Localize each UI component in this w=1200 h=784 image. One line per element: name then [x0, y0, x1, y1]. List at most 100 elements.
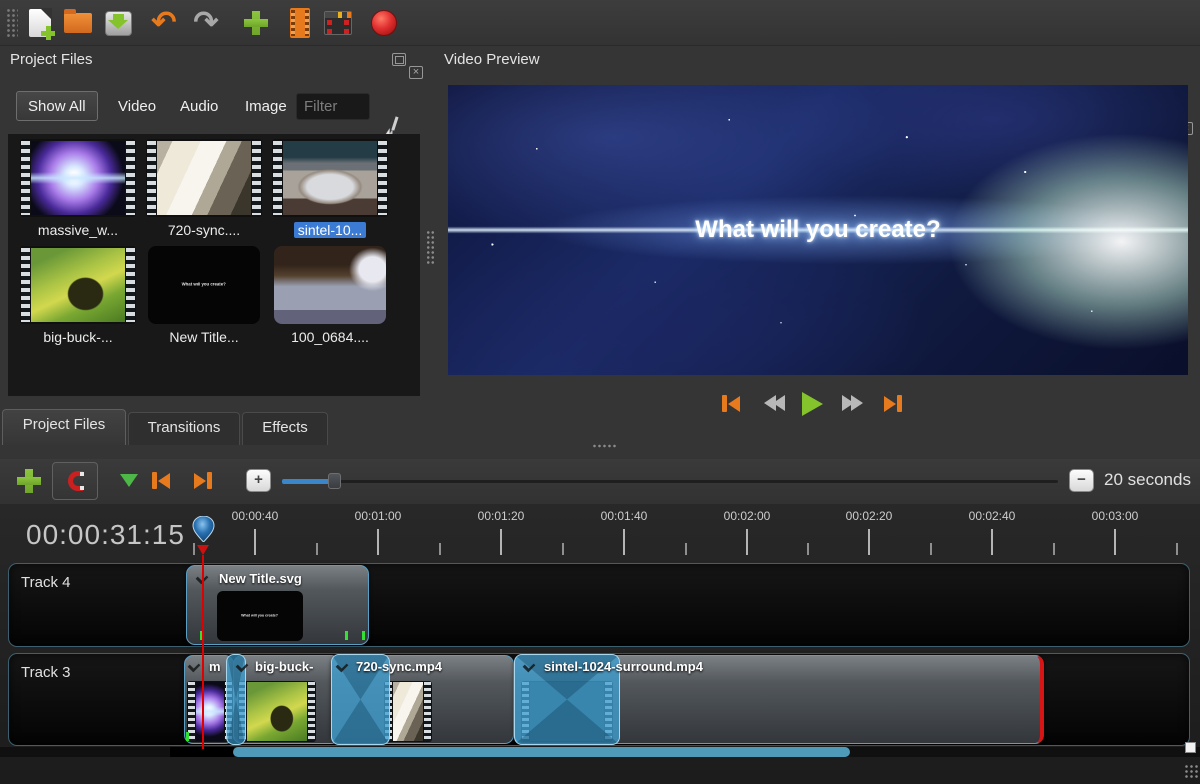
- float-panel-icon[interactable]: [392, 53, 406, 66]
- filter-input[interactable]: [296, 93, 370, 120]
- video-thumbnail: [146, 139, 262, 217]
- fullscreen-button[interactable]: [320, 5, 356, 41]
- zoom-scale-label: 20 seconds: [1104, 470, 1191, 490]
- open-project-button[interactable]: [60, 5, 96, 41]
- fast-forward-button[interactable]: [842, 395, 863, 411]
- record-icon: [371, 10, 397, 36]
- tab-transitions[interactable]: Transitions: [128, 412, 240, 445]
- video-preview-panel-title: Video Preview: [444, 51, 540, 68]
- title-thumbnail-text: What will you create?: [182, 283, 226, 287]
- clip-label: sintel-1024-surround.mp4: [544, 659, 703, 674]
- title-thumbnail: What will you create?: [148, 246, 260, 324]
- undo-icon: ↶: [151, 8, 176, 38]
- track-4-name: Track 4: [21, 574, 70, 591]
- video-thumbnail: [20, 139, 136, 217]
- panel-splitter-handle[interactable]: [426, 230, 435, 264]
- add-track-button[interactable]: [17, 469, 41, 493]
- preview-timeline-splitter-handle[interactable]: [592, 444, 618, 448]
- previous-marker-button[interactable]: [152, 472, 170, 489]
- ruler-tick-label: 00:01:20: [461, 509, 541, 523]
- ruler-tick-label: 00:03:00: [1075, 509, 1155, 523]
- jump-start-icon: [722, 395, 727, 412]
- jump-end-icon: [884, 396, 896, 412]
- marker-icon: [120, 474, 138, 487]
- video-preview-display[interactable]: What will you create?: [448, 85, 1188, 375]
- add-marker-button[interactable]: [120, 474, 138, 487]
- track-4[interactable]: Track 4 New Title.svg What will you crea…: [8, 563, 1190, 647]
- track-3[interactable]: Track 3: [8, 653, 1190, 746]
- clip-label: 720-sync.mp4: [356, 659, 442, 674]
- file-name: massive_w...: [34, 222, 122, 238]
- file-item-sintel[interactable]: sintel-10...: [270, 139, 390, 240]
- scrollbar-corner[interactable]: [1185, 742, 1196, 753]
- play-button[interactable]: [802, 392, 823, 416]
- snapping-toggle-button[interactable]: [52, 462, 98, 500]
- playhead-arrow: [197, 545, 209, 555]
- clip-label: New Title.svg: [219, 571, 302, 586]
- timeline-hscrollbar-handle[interactable]: [233, 747, 850, 757]
- clip-thumbnail-text: What will you create?: [242, 614, 279, 618]
- zoom-in-button[interactable]: +: [246, 469, 271, 492]
- magnet-icon: [68, 471, 83, 491]
- next-marker-button[interactable]: [194, 472, 212, 489]
- clip-label: m: [209, 659, 221, 674]
- import-files-button[interactable]: [238, 5, 274, 41]
- choose-profile-button[interactable]: [282, 5, 318, 41]
- toolbar-drag-handle[interactable]: [6, 8, 18, 38]
- project-files-list: massive_w... 720-sync.... sintel-10... b…: [8, 134, 420, 396]
- video-thumbnail: [20, 246, 136, 324]
- clip-new-title[interactable]: New Title.svg What will you create?: [186, 565, 369, 645]
- rewind-button[interactable]: [764, 395, 785, 411]
- save-project-button[interactable]: [100, 5, 136, 41]
- filter-video-button[interactable]: Video: [106, 91, 168, 121]
- filter-audio-button[interactable]: Audio: [168, 91, 230, 121]
- file-name: big-buck-...: [39, 329, 116, 345]
- undo-button[interactable]: ↶: [146, 5, 182, 41]
- clip-thumbnail: [384, 681, 432, 742]
- play-icon: [802, 392, 823, 416]
- ruler-tick-label: 00:02:40: [952, 509, 1032, 523]
- file-item-bedroom[interactable]: 100_0684....: [270, 246, 390, 347]
- track-3-name: Track 3: [21, 664, 70, 681]
- export-video-button[interactable]: [366, 5, 402, 41]
- ruler-tick-label: 00:02:00: [707, 509, 787, 523]
- playhead-line: [202, 555, 204, 749]
- video-thumbnail: [272, 139, 388, 217]
- ruler-tick-label: 00:00:40: [215, 509, 295, 523]
- tab-project-files[interactable]: Project Files: [2, 409, 126, 445]
- zoom-out-button[interactable]: −: [1069, 469, 1094, 492]
- clip-thumbnail: [238, 681, 316, 742]
- jump-start-button[interactable]: [722, 395, 740, 412]
- timeline-zoom-slider[interactable]: [282, 480, 1058, 483]
- filter-image-button[interactable]: Image: [233, 91, 299, 121]
- ruler-tick-label: 00:02:20: [829, 509, 909, 523]
- file-item-massive[interactable]: massive_w...: [18, 139, 138, 240]
- screen-icon: [324, 11, 352, 35]
- close-panel-icon[interactable]: ×: [409, 66, 423, 79]
- file-name-selected: sintel-10...: [294, 222, 367, 238]
- add-track-icon: [17, 469, 41, 493]
- playhead-marker[interactable]: [192, 516, 215, 542]
- filter-show-all-button[interactable]: Show All: [16, 91, 98, 121]
- file-item-newtitle[interactable]: What will you create? New Title...: [144, 246, 264, 347]
- window-resize-grip[interactable]: [1184, 764, 1198, 778]
- new-project-button[interactable]: [22, 5, 58, 41]
- redo-button[interactable]: ↷: [188, 5, 224, 41]
- timeline-zoom-slider-fill: [282, 479, 332, 484]
- jump-end-button[interactable]: [884, 395, 902, 412]
- clip-thumbnail: What will you create?: [217, 591, 303, 641]
- save-icon: [105, 11, 132, 36]
- tab-effects[interactable]: Effects: [242, 412, 328, 445]
- clip-label: big-buck-: [255, 659, 314, 674]
- file-item-bigbuck[interactable]: big-buck-...: [18, 246, 138, 347]
- redo-icon: ↷: [193, 8, 218, 38]
- file-item-720sync[interactable]: 720-sync....: [144, 139, 264, 240]
- new-project-icon: [29, 9, 51, 37]
- open-folder-icon: [64, 13, 92, 33]
- timeline: 00:00:31:15 00:00:40 00:01:00 00:01:20 0…: [0, 504, 1200, 784]
- timeline-zoom-slider-handle[interactable]: [328, 473, 341, 489]
- file-name: 100_0684....: [287, 329, 373, 345]
- playhead-timecode: 00:00:31:15: [26, 519, 185, 551]
- file-name: New Title...: [165, 329, 242, 345]
- video-overlay-text: What will you create?: [448, 216, 1188, 244]
